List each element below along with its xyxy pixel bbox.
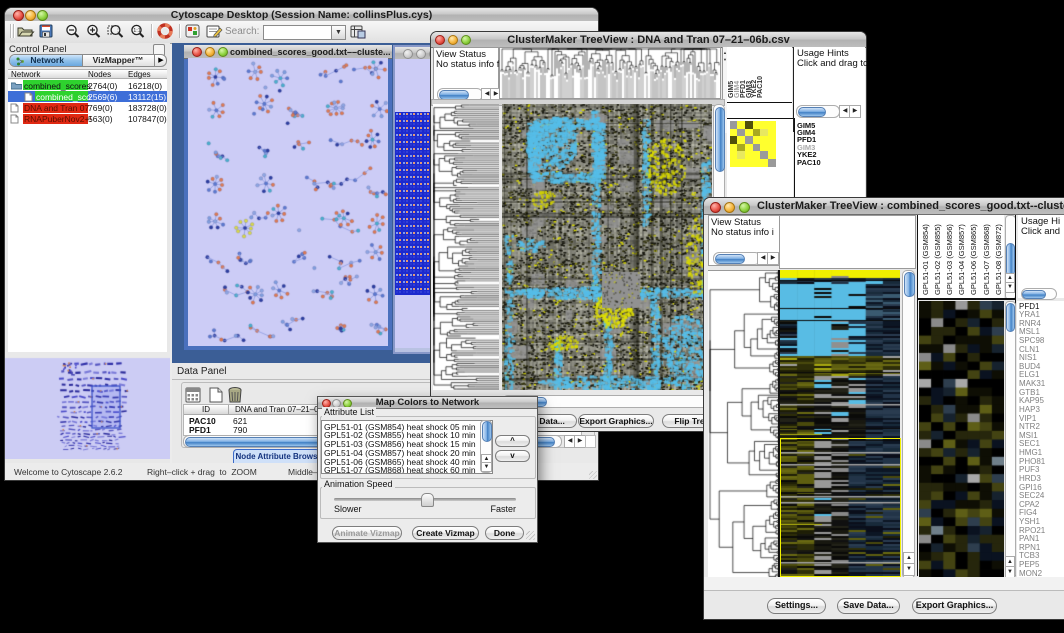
svg-text:1:1: 1:1	[133, 28, 141, 34]
